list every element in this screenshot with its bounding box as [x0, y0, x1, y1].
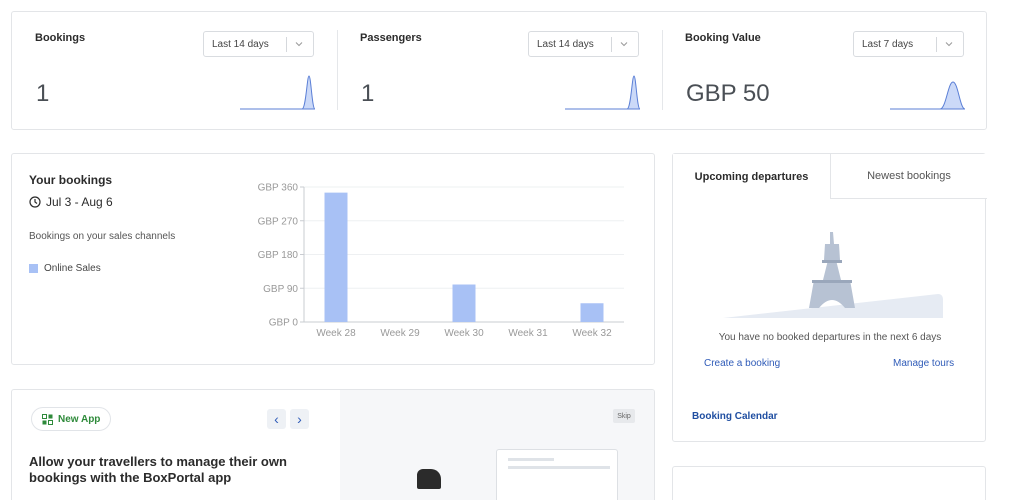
placeholder-line: [508, 466, 610, 469]
booking-calendar-link[interactable]: Booking Calendar: [692, 411, 778, 422]
stat-title: Passengers: [360, 32, 422, 44]
stat-value: 1: [361, 80, 375, 107]
range-select-value: Last 7 days: [862, 39, 914, 50]
stat-title: Bookings: [35, 32, 86, 44]
x-tick-label: Week 29: [380, 328, 420, 339]
manage-tours-link[interactable]: Manage tours: [893, 358, 954, 369]
range-select-value: Last 14 days: [537, 39, 594, 50]
secondary-card: [672, 466, 986, 500]
legend-swatch: [29, 264, 38, 273]
y-tick-label: GBP 0: [269, 318, 299, 329]
y-tick-label: GBP 90: [263, 284, 298, 295]
tab-newest-bookings[interactable]: Newest bookings: [830, 154, 987, 199]
stat-bookings: Bookings Last 14 days 1: [12, 12, 337, 131]
phone-mockup: [496, 449, 618, 500]
date-range-text: Jul 3 - Aug 6: [46, 195, 113, 209]
new-app-headline: Allow your travellers to manage their ow…: [29, 454, 287, 485]
create-booking-link[interactable]: Create a booking: [704, 358, 780, 369]
y-tick-label: GBP 180: [258, 250, 299, 261]
stat-value: 1: [36, 80, 50, 107]
bookings-card: Your bookings Jul 3 - Aug 6 Bookings on …: [11, 153, 655, 365]
stat-title: Booking Value: [685, 32, 761, 44]
empty-state-text: You have no booked departures in the nex…: [718, 332, 942, 343]
chevron-down-icon: [945, 42, 953, 47]
date-range: Jul 3 - Aug 6: [29, 195, 113, 209]
new-app-badge: New App: [31, 407, 112, 431]
chart-legend: Online Sales: [29, 263, 101, 274]
chevron-down-icon: [620, 42, 628, 47]
prev-slide-button[interactable]: ‹: [267, 409, 286, 429]
departures-card: Upcoming departures Newest bookings You …: [672, 153, 987, 442]
bar[interactable]: [324, 192, 348, 322]
new-app-badge-label: New App: [58, 413, 101, 425]
chevron-down-icon: [295, 42, 303, 47]
skip-button[interactable]: Skip: [613, 409, 635, 423]
next-slide-button[interactable]: ›: [290, 409, 309, 429]
legend-label: Online Sales: [44, 263, 101, 274]
x-tick-label: Week 30: [444, 328, 484, 339]
sparkline: [240, 75, 315, 110]
range-select-value: Last 14 days: [212, 39, 269, 50]
bookings-chart: GBP 0 GBP 90 GBP 180 GBP 270 GBP 360 Week 28 W…: [258, 183, 624, 339]
x-tick-label: Week 32: [572, 328, 612, 339]
x-tick-label: Week 28: [316, 328, 356, 339]
clock-icon: [29, 196, 41, 208]
y-tick-label: GBP 360: [258, 183, 299, 194]
stat-booking-value: Booking Value Last 7 days GBP 50: [662, 12, 987, 131]
y-tick-label: GBP 270: [258, 216, 299, 227]
bar[interactable]: [452, 284, 476, 323]
sparkline: [565, 75, 640, 110]
new-app-card: New App ‹ › Allow your travellers to man…: [11, 389, 655, 500]
select-separator: [611, 37, 612, 52]
bookings-subtitle: Bookings on your sales channels: [29, 231, 176, 242]
range-select[interactable]: Last 14 days: [528, 31, 639, 57]
illustration-figure: [417, 469, 441, 489]
range-select[interactable]: Last 7 days: [853, 31, 964, 57]
placeholder-line: [508, 458, 554, 461]
bookings-title: Your bookings: [29, 173, 113, 187]
select-separator: [936, 37, 937, 52]
range-select[interactable]: Last 14 days: [203, 31, 314, 57]
bar[interactable]: [580, 303, 604, 322]
x-tick-label: Week 31: [508, 328, 548, 339]
select-separator: [286, 37, 287, 52]
app-grid-icon: [42, 413, 53, 425]
tab-upcoming-departures[interactable]: Upcoming departures: [673, 154, 830, 199]
stat-value: GBP 50: [686, 80, 770, 107]
sparkline: [890, 81, 965, 110]
stat-passengers: Passengers Last 14 days 1: [337, 12, 662, 131]
stats-bar: Bookings Last 14 days 1 Passengers Last …: [11, 11, 987, 130]
eiffel-tower-illustration: [723, 232, 943, 318]
